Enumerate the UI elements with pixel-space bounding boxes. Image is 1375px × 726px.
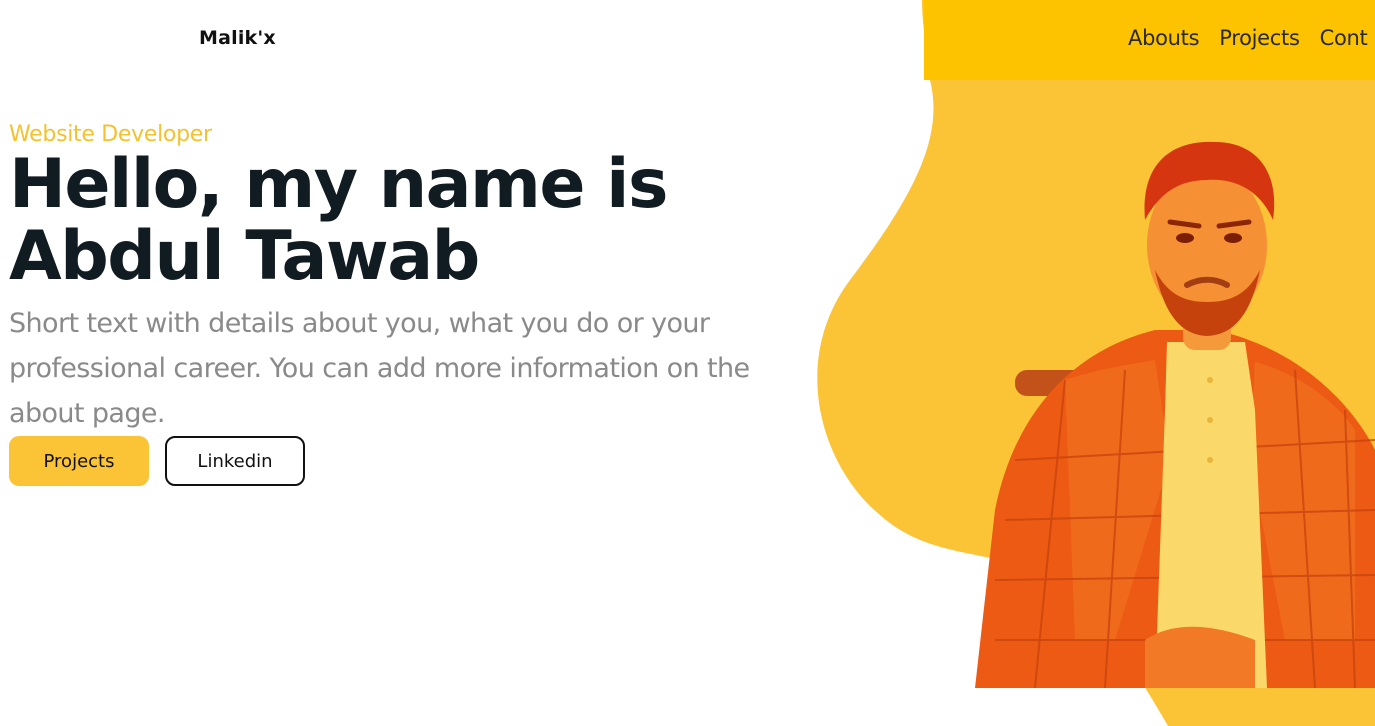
hero-section: Website Developer Hello, my name is Abdu…: [9, 122, 809, 486]
hero-intro: Short text with details about you, what …: [9, 308, 750, 429]
projects-button[interactable]: Projects: [9, 436, 149, 486]
nav-link-projects[interactable]: Projects: [1219, 26, 1300, 50]
portrait-image: [975, 141, 1375, 688]
hero-headline: Hello, my name is Abdul Tawab: [9, 145, 668, 296]
linkedin-button[interactable]: Linkedin: [165, 436, 305, 486]
hero-eyebrow: Website Developer: [9, 122, 212, 147]
page: Malik'x Abouts Projects Cont Website Dev…: [0, 0, 1375, 726]
brand-logo[interactable]: Malik'x: [199, 27, 276, 49]
nav-link-abouts[interactable]: Abouts: [1128, 26, 1200, 50]
nav-link-contact[interactable]: Cont: [1320, 26, 1368, 50]
main-nav: Abouts Projects Cont: [1128, 26, 1368, 50]
hero-actions: Projects Linkedin: [9, 436, 809, 486]
hands: [1145, 626, 1255, 688]
